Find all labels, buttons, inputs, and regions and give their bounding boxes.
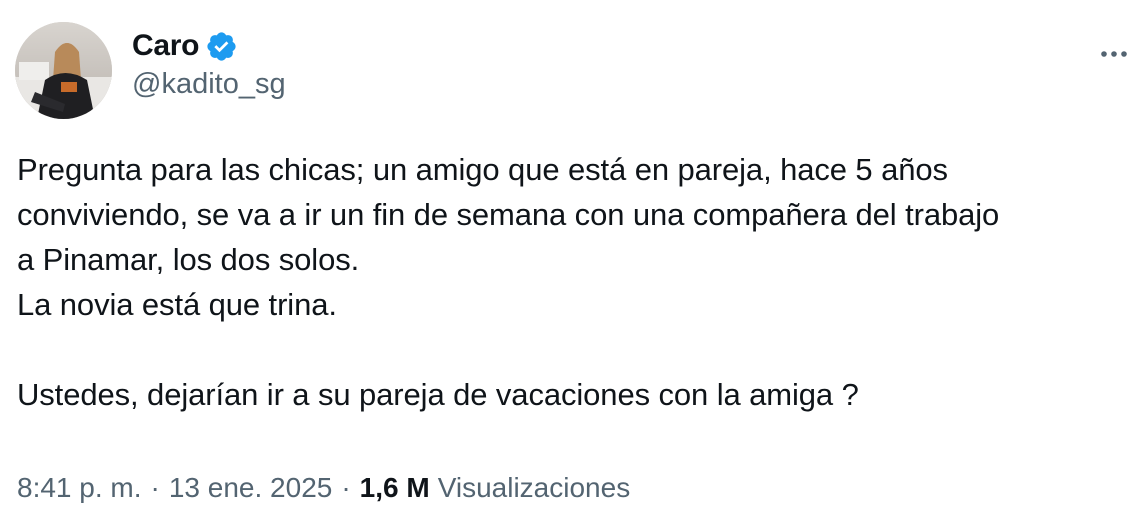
name-row: Caro <box>132 26 286 66</box>
verified-badge-icon <box>205 30 238 63</box>
tweet-date: 13 ene. 2025 <box>168 472 333 503</box>
tweet-time: 8:41 p. m. <box>17 472 142 503</box>
meta-separator: · <box>341 472 351 503</box>
views-link[interactable]: 1,6 M Visualizaciones <box>360 472 631 504</box>
author-handle[interactable]: @kadito_sg <box>132 68 286 101</box>
meta-separator: · <box>150 472 160 503</box>
author-name[interactable]: Caro <box>132 29 199 63</box>
tweet-line: La novia está que trina. <box>17 287 337 322</box>
tweet-text: Pregunta para las chicas; un amigo que e… <box>17 147 1132 417</box>
tweet-meta: 8:41 p. m. · 13 ene. 2025 · 1,6 M Visualiza… <box>17 472 630 504</box>
more-options-button[interactable] <box>1096 36 1132 72</box>
author-block: Caro @kadito_sg <box>132 26 286 101</box>
tweet-card: Caro @kadito_sg Pregunta para las chicas… <box>0 0 1144 530</box>
tweet-line-blank <box>17 327 1132 372</box>
avatar[interactable] <box>15 22 112 119</box>
tweet-line: a Pinamar, los dos solos. <box>17 242 360 277</box>
views-label: Visualizaciones <box>437 472 631 503</box>
tweet-line: Ustedes, dejarían ir a su pareja de vaca… <box>17 377 859 412</box>
tweet-line: Pregunta para las chicas; un amigo que e… <box>17 152 948 187</box>
more-horizontal-icon <box>1101 51 1127 57</box>
views-count: 1,6 M <box>359 472 430 503</box>
tweet-time-link[interactable]: 8:41 p. m. · 13 ene. 2025 <box>17 472 332 504</box>
tweet-line: conviviendo, se va a ir un fin de semana… <box>17 197 1000 232</box>
